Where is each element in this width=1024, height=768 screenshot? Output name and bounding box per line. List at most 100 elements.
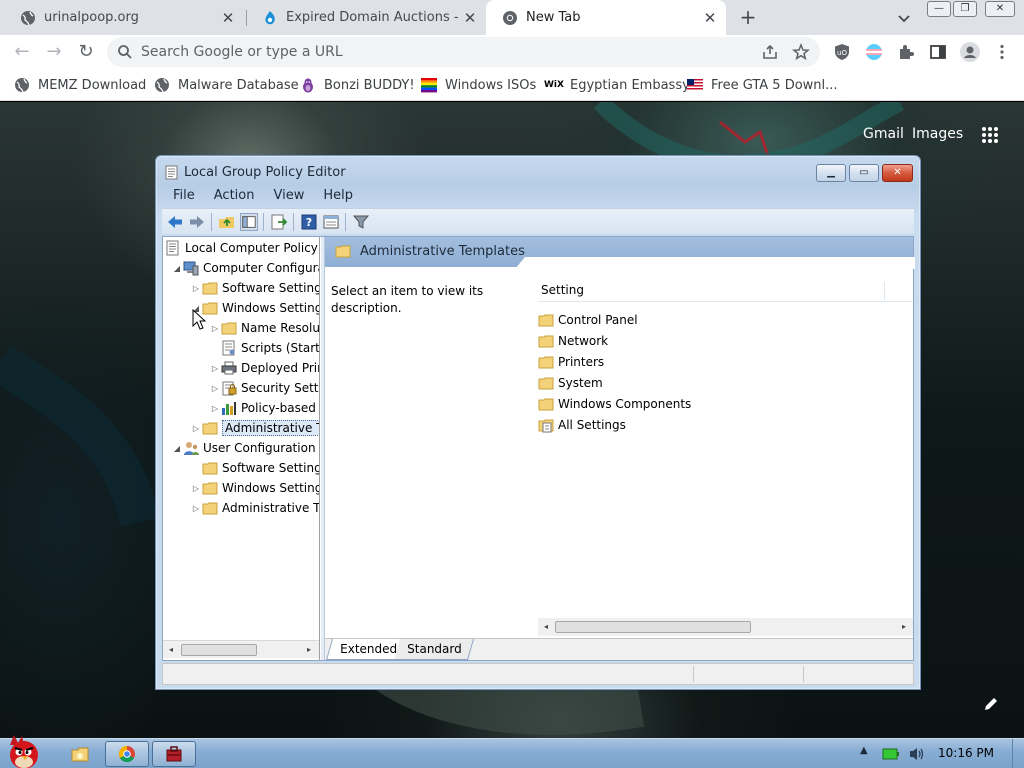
minimize-button[interactable]: — — [927, 1, 951, 17]
tab-urinalpoop[interactable]: urinalpoop.org ✕ — [4, 0, 244, 35]
power-battery-icon[interactable] — [882, 747, 900, 761]
close-tab-icon[interactable]: ✕ — [218, 8, 238, 28]
collapsed-arrow-icon[interactable]: ▷ — [190, 484, 202, 493]
close-button[interactable]: ✕ — [985, 1, 1015, 17]
bookmark-egyptian-embassy[interactable]: WiX Egyptian Embassy — [544, 75, 690, 95]
tree-node-user-administrative-templates[interactable]: ▷ Administrative Templates — [190, 498, 319, 518]
taskbar-explorer[interactable] — [58, 741, 102, 767]
expanded-arrow-icon[interactable]: ◢ — [171, 264, 183, 273]
help-icon[interactable]: ? — [300, 213, 318, 231]
tree-node-scripts[interactable]: Scripts (Startup/Shutdown) — [209, 338, 319, 358]
up-folder-icon[interactable] — [218, 213, 236, 231]
tree-node-user-windows-settings[interactable]: ▷ Windows Settings — [190, 478, 319, 498]
profile-avatar-icon[interactable] — [960, 42, 980, 62]
volume-speaker-icon[interactable] — [908, 746, 926, 762]
share-icon[interactable] — [761, 43, 779, 61]
scroll-right-icon[interactable]: ▸ — [303, 643, 315, 657]
forward-button[interactable]: → — [42, 40, 66, 64]
tree-horizontal-scrollbar[interactable]: ◂ ▸ — [163, 640, 319, 658]
tree-node-security-settings[interactable]: ▷ Security Settings — [209, 378, 319, 398]
properties-icon[interactable] — [322, 213, 340, 231]
side-panel-icon[interactable] — [929, 43, 947, 61]
trans-flag-extension-icon[interactable] — [865, 43, 883, 61]
back-arrow-icon[interactable] — [166, 213, 184, 231]
scroll-right-icon[interactable]: ▸ — [898, 620, 910, 634]
forward-arrow-icon[interactable] — [188, 213, 206, 231]
list-item-control-panel[interactable]: Control Panel — [538, 310, 638, 330]
scrollbar-thumb[interactable] — [555, 621, 751, 633]
taskbar-clock[interactable]: 10:16 PM — [938, 746, 994, 760]
menu-file[interactable]: File — [162, 186, 203, 206]
collapsed-arrow-icon[interactable]: ▷ — [209, 324, 221, 333]
list-horizontal-scrollbar[interactable]: ◂ ▸ — [538, 618, 913, 636]
close-tab-icon[interactable]: ✕ — [700, 8, 720, 28]
tab-new-tab[interactable]: New Tab ✕ — [486, 0, 726, 35]
tree-node-computer-configuration[interactable]: ◢ Computer Configuration — [171, 258, 319, 278]
omnibox-input[interactable] — [141, 42, 741, 62]
filter-icon[interactable] — [352, 213, 370, 231]
window-minimize-button[interactable]: ▁ — [816, 164, 846, 182]
menu-action[interactable]: Action — [203, 186, 263, 206]
tree-node-windows-settings[interactable]: ◢ Windows Settings — [190, 298, 319, 318]
taskbar-group-policy-editor[interactable] — [152, 741, 196, 767]
collapsed-arrow-icon[interactable]: ▷ — [190, 424, 202, 433]
tree-node-local-computer-policy[interactable]: Local Computer Policy — [165, 238, 318, 258]
tree-node-user-software-settings[interactable]: Software Settings — [190, 458, 319, 478]
menu-help[interactable]: Help — [312, 186, 361, 206]
list-column-header[interactable]: Setting — [538, 280, 913, 302]
list-item-all-settings[interactable]: All Settings — [538, 415, 626, 435]
tree-node-name-resolution-policy[interactable]: ▷ Name Resolution Policy — [209, 318, 319, 338]
tab-expired-domain[interactable]: Expired Domain Auctions - Bid ✕ — [246, 0, 486, 35]
list-item-printers[interactable]: Printers — [538, 352, 604, 372]
bookmark-malware-database[interactable]: Malware Database — [154, 75, 299, 95]
restore-button[interactable]: ❐ — [953, 1, 977, 17]
bookmark-bonzi-buddy[interactable]: Bonzi BUDDY! — [300, 75, 415, 95]
back-button[interactable]: ← — [10, 40, 34, 64]
extensions-puzzle-icon[interactable] — [897, 43, 915, 61]
policy-toolbox-icon — [166, 746, 182, 762]
export-list-icon[interactable] — [270, 213, 288, 231]
new-tab-button[interactable]: + — [737, 6, 759, 28]
menu-view[interactable]: View — [262, 186, 312, 206]
images-link[interactable]: Images — [912, 126, 963, 142]
collapsed-arrow-icon[interactable]: ▷ — [209, 384, 221, 393]
customize-pencil-icon[interactable] — [983, 696, 999, 712]
tree-node-software-settings[interactable]: ▷ Software Settings — [190, 278, 319, 298]
column-setting-header[interactable]: Setting — [541, 283, 584, 297]
tree-node-administrative-templates-computer[interactable]: ▷ Administrative Templates — [190, 418, 319, 438]
tree-node-user-configuration[interactable]: ◢ User Configuration — [171, 438, 316, 458]
collapsed-arrow-icon[interactable]: ▷ — [209, 404, 221, 413]
google-apps-icon[interactable] — [981, 126, 999, 144]
close-tab-icon[interactable]: ✕ — [460, 8, 480, 28]
expanded-arrow-icon[interactable]: ◢ — [171, 444, 183, 453]
tree-node-policy-based-qos[interactable]: ▷ Policy-based QoS — [209, 398, 319, 418]
show-hide-tree-icon[interactable] — [240, 213, 258, 231]
bookmark-memz[interactable]: MEMZ Download — [14, 75, 146, 95]
scroll-left-icon[interactable]: ◂ — [540, 620, 552, 634]
collapsed-arrow-icon[interactable]: ▷ — [190, 504, 202, 513]
list-item-network[interactable]: Network — [538, 331, 608, 351]
list-item-system[interactable]: System — [538, 373, 603, 393]
gmail-link[interactable]: Gmail — [863, 126, 904, 142]
scroll-left-icon[interactable]: ◂ — [165, 643, 177, 657]
show-desktop-button[interactable] — [1012, 739, 1024, 768]
tree-node-deployed-printers[interactable]: ▷ Deployed Printers — [209, 358, 319, 378]
collapsed-arrow-icon[interactable]: ▷ — [209, 364, 221, 373]
list-item-windows-components[interactable]: Windows Components — [538, 394, 691, 414]
taskbar-chrome[interactable] — [105, 741, 149, 767]
start-angry-bird-icon[interactable] — [0, 733, 50, 768]
tab-search-chevron-icon[interactable] — [895, 9, 913, 27]
tab-standard[interactable]: Standard — [393, 639, 474, 660]
menu-kebab-icon[interactable] — [993, 43, 1011, 61]
star-icon[interactable] — [792, 43, 810, 61]
reload-button[interactable]: ↻ — [74, 40, 98, 64]
ublock-icon[interactable]: uO — [833, 43, 851, 61]
bookmark-windows-isos[interactable]: Windows ISOs — [421, 75, 536, 95]
collapsed-arrow-icon[interactable]: ▷ — [190, 284, 202, 293]
bookmark-free-gta5[interactable]: Free GTA 5 Downl... — [687, 75, 838, 95]
scrollbar-thumb[interactable] — [181, 644, 257, 656]
show-hidden-icons-chevron-icon[interactable]: ▲ — [860, 745, 868, 756]
window-close-button[interactable]: ✕ — [882, 164, 913, 182]
window-maximize-button[interactable]: ▭ — [849, 164, 879, 182]
omnibox[interactable] — [107, 37, 820, 67]
